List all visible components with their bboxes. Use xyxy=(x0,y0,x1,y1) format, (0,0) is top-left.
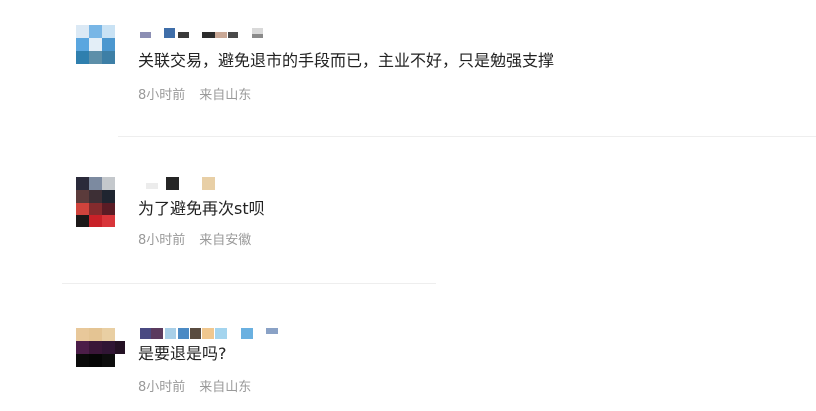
comment-list: 关联交易，避免退市的手段而已，主业不好，只是勉强支撑 8小时前 来自山东 为了避免 xyxy=(0,0,816,411)
comment-location: 来自安徽 xyxy=(199,233,252,248)
comment-text: 为了避免再次st呗 xyxy=(138,199,265,218)
avatar[interactable] xyxy=(76,25,115,64)
comment-item: 为了避免再次st呗 8小时前 来自安徽 xyxy=(0,137,816,284)
comment-time: 8小时前 xyxy=(138,233,186,248)
comment-location: 来自山东 xyxy=(199,380,252,395)
username[interactable] xyxy=(140,328,280,339)
comment-meta: 8小时前 来自山东 xyxy=(138,380,251,396)
comment-text: 关联交易，避免退市的手段而已，主业不好，只是勉强支撑 xyxy=(138,51,555,70)
comment-time: 8小时前 xyxy=(138,380,186,395)
comment-text: 是要退是吗? xyxy=(138,344,227,363)
username[interactable] xyxy=(140,177,220,190)
comment-time: 8小时前 xyxy=(138,88,186,103)
comment-item: 关联交易，避免退市的手段而已，主业不好，只是勉强支撑 8小时前 来自山东 xyxy=(0,0,816,137)
username[interactable] xyxy=(140,28,270,38)
comment-item: 是要退是吗? 8小时前 来自山东 xyxy=(0,284,816,411)
avatar[interactable] xyxy=(76,177,115,227)
avatar[interactable] xyxy=(76,328,125,367)
comment-location: 来自山东 xyxy=(199,88,252,103)
comment-meta: 8小时前 来自安徽 xyxy=(138,233,251,249)
comment-meta: 8小时前 来自山东 xyxy=(138,88,251,104)
